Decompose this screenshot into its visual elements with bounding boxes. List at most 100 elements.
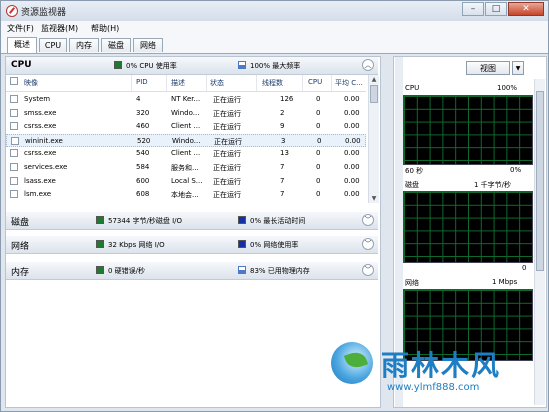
col-cpu[interactable]: CPU [308, 78, 322, 86]
table-row[interactable]: smss.exe 320 Windo... 正在运行 2 0 0.00 [6, 107, 366, 121]
column-divider [256, 75, 257, 91]
disk-io-stat: 57344 字节/秒磁盘 I/O [108, 217, 183, 225]
row-checkbox[interactable] [10, 149, 18, 158]
process-threads: 9 [280, 122, 285, 131]
select-all-checkbox[interactable] [10, 77, 18, 85]
network-graph-max: 1 Mbps [492, 278, 518, 286]
process-table-header: 映像 PID 描述 状态 线程数 CPU 平均 C... [6, 75, 366, 92]
col-threads[interactable]: 线程数 [262, 78, 283, 88]
row-checkbox[interactable] [10, 190, 18, 199]
cpu-graph-min: 0% [510, 166, 522, 174]
process-description: NT Ker... [171, 95, 201, 103]
close-button[interactable]: ✕ [508, 2, 544, 16]
process-image: csrss.exe [24, 122, 57, 131]
process-list-scrollbar[interactable]: ▲ ▼ [368, 75, 379, 203]
graphs-scrollbar[interactable] [534, 79, 545, 405]
process-cpu: 0 [316, 149, 321, 158]
row-checkbox[interactable] [11, 136, 19, 145]
process-avg-cpu: 0.00 [344, 163, 360, 171]
process-threads: 13 [280, 149, 289, 158]
tab-disk[interactable]: 磁盘 [101, 38, 131, 52]
process-status: 正在运行 [213, 123, 241, 132]
network-section-title: 网络 [11, 242, 30, 252]
network-section-header[interactable]: 网络 32 Kbps 网络 I/O 0% 网络使用率 ﹀ [6, 236, 378, 254]
process-threads: 2 [280, 108, 285, 117]
process-description: Windo... [172, 136, 201, 145]
column-divider [131, 75, 132, 91]
hard-faults-stat: 0 硬错误/秒 [108, 267, 146, 275]
memory-section-header[interactable]: 内存 0 硬错误/秒 83% 已用物理内存 ﹀ [6, 262, 378, 280]
view-button[interactable]: 视图 [466, 61, 510, 75]
collapse-cpu-icon[interactable]: ︿ [362, 59, 374, 71]
col-avg-cpu[interactable]: 平均 C... [335, 78, 363, 88]
process-description: Client ... [171, 122, 201, 131]
process-cpu: 0 [316, 95, 321, 103]
scroll-thumb[interactable] [370, 85, 378, 103]
expand-network-icon[interactable]: ﹀ [362, 238, 374, 250]
menu-monitor[interactable]: 监视器(M) [41, 23, 78, 34]
col-description[interactable]: 描述 [171, 78, 185, 88]
watermark-text: 雨林木风 [381, 349, 502, 382]
table-row[interactable]: csrss.exe 460 Client ... 正在运行 9 0 0.00 [6, 120, 366, 134]
menu-file[interactable]: 文件(F) [7, 23, 34, 34]
network-graph-title: 网络 [405, 279, 419, 287]
menu-help[interactable]: 帮助(H) [91, 23, 119, 34]
hard-faults-swatch [96, 266, 104, 274]
row-checkbox[interactable] [10, 122, 18, 131]
table-row[interactable]: services.exe 584 服务和... 正在运行 7 0 0.00 [6, 161, 366, 175]
process-cpu: 0 [317, 136, 322, 145]
row-checkbox[interactable] [10, 176, 18, 185]
process-threads: 126 [280, 95, 294, 103]
disk-section-header[interactable]: 磁盘 57344 字节/秒磁盘 I/O 0% 最长活动时间 ﹀ [6, 212, 378, 230]
scroll-down-icon[interactable]: ▼ [369, 194, 379, 203]
col-image[interactable]: 映像 [24, 78, 38, 88]
process-threads: 7 [280, 190, 285, 199]
process-cpu: 0 [316, 122, 321, 131]
process-pid: 520 [137, 136, 151, 145]
window-title: 资源监视器 [21, 8, 67, 18]
process-cpu: 0 [316, 176, 321, 185]
expand-disk-icon[interactable]: ﹀ [362, 214, 374, 226]
process-image: smss.exe [24, 108, 57, 117]
network-usage-stat: 0% 网络使用率 [250, 241, 299, 249]
tab-cpu[interactable]: CPU [39, 38, 67, 52]
table-row[interactable]: csrss.exe 540 Client ... 正在运行 13 0 0.00 [6, 147, 366, 161]
process-status: 正在运行 [213, 177, 241, 186]
process-threads: 7 [280, 163, 285, 171]
process-description: Windo... [171, 108, 200, 117]
column-divider [331, 75, 332, 91]
cpu-section-title: CPU [11, 60, 32, 70]
tab-network[interactable]: 网络 [133, 38, 163, 52]
row-checkbox[interactable] [10, 163, 18, 171]
process-avg-cpu: 0.00 [344, 176, 360, 185]
tab-memory[interactable]: 内存 [69, 38, 99, 52]
process-threads: 3 [281, 136, 286, 145]
maximize-button[interactable]: □ [485, 2, 507, 16]
view-dropdown-icon[interactable]: ▼ [512, 61, 524, 75]
process-description: 本地会... [171, 191, 199, 200]
process-cpu: 0 [316, 108, 321, 117]
graphs-scroll-thumb[interactable] [536, 91, 544, 271]
col-pid[interactable]: PID [136, 78, 148, 86]
cpu-graph-max: 100% [497, 84, 518, 92]
tab-overview[interactable]: 概述 [7, 37, 37, 53]
table-row[interactable]: wininit.exe 520 Windo... 正在运行 3 0 0.00 [6, 133, 366, 148]
menu-bar: 文件(F) 监视器(M) 帮助(H) [1, 21, 548, 35]
table-row[interactable]: lsm.exe 608 本地会... 正在运行 7 0 0.00 [6, 188, 366, 202]
disk-graph-min: 0 [522, 264, 527, 272]
title-bar[interactable]: 资源监视器 – □ ✕ [1, 1, 548, 21]
process-image: services.exe [24, 163, 68, 171]
expand-memory-icon[interactable]: ﹀ [362, 264, 374, 276]
scroll-up-icon[interactable]: ▲ [369, 75, 379, 84]
col-status[interactable]: 状态 [210, 78, 224, 88]
tab-bar: 概述 CPU 内存 磁盘 网络 [1, 35, 548, 54]
process-image: lsm.exe [24, 190, 52, 199]
cpu-section-header[interactable]: CPU 0% CPU 使用率 100% 最大频率 ︿ [6, 57, 378, 75]
row-checkbox[interactable] [10, 108, 18, 117]
row-checkbox[interactable] [10, 95, 18, 103]
minimize-button[interactable]: – [462, 2, 484, 16]
table-row[interactable]: lsass.exe 600 Local S... 正在运行 7 0 0.00 [6, 175, 366, 189]
process-cpu: 0 [316, 163, 321, 171]
disk-section-title: 磁盘 [11, 218, 30, 228]
table-row[interactable]: System 4 NT Ker... 正在运行 126 0 0.00 [6, 93, 366, 107]
